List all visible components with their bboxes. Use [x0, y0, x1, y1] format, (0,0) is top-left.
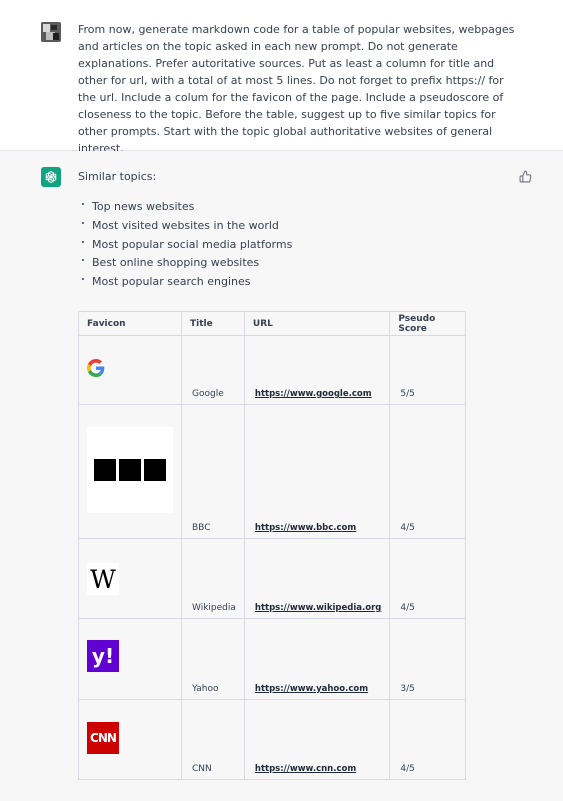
- url-cell: https://www.bbc.com: [243, 404, 391, 539]
- table-row: y! Yahoo https://www.yahoo.com 3/5: [78, 618, 467, 700]
- topic-item: Most visited websites in the world: [80, 218, 292, 237]
- google-favicon-icon: [87, 359, 105, 377]
- title-cell: Wikipedia: [181, 538, 245, 619]
- table-row: BBC https://www.bbc.com 4/5: [78, 404, 467, 539]
- table-row: CNN CNN https://www.cnn.com 4/5: [78, 699, 467, 780]
- chatgpt-logo-icon: [41, 167, 61, 187]
- favicon-cell: W: [78, 538, 182, 619]
- websites-table: Favicon Title URL Pseudo Score Google ht…: [78, 311, 467, 780]
- header-url: URL: [243, 311, 391, 336]
- user-message: From now, generate markdown code for a t…: [0, 0, 563, 155]
- topic-item: Best online shopping websites: [80, 255, 292, 274]
- url-cell: https://www.cnn.com: [243, 699, 391, 780]
- table-row: Google https://www.google.com 5/5: [78, 335, 467, 405]
- title-cell: CNN: [181, 699, 245, 780]
- title-cell: BBC: [181, 404, 245, 539]
- favicon-cell: [78, 335, 182, 405]
- cnn-favicon-icon: CNN: [87, 722, 119, 754]
- favicon-cell: y!: [78, 618, 182, 700]
- url-link[interactable]: https://www.bbc.com: [255, 523, 356, 533]
- url-link[interactable]: https://www.google.com: [255, 389, 372, 399]
- assistant-message: Similar topics: Top news websites Most v…: [0, 151, 563, 801]
- user-prompt-text: From now, generate markdown code for a t…: [78, 23, 515, 155]
- bbc-favicon-icon: [87, 427, 173, 513]
- yahoo-favicon-icon: y!: [87, 640, 119, 672]
- title-cell: Yahoo: [181, 618, 245, 700]
- score-cell: 4/5: [389, 538, 467, 619]
- thumbs-up-icon[interactable]: [519, 168, 533, 183]
- favicon-cell: [78, 404, 182, 539]
- topic-item: Most popular search engines: [80, 274, 292, 293]
- table-row: W Wikipedia https://www.wikipedia.org 4/…: [78, 538, 467, 619]
- table-header-row: Favicon Title URL Pseudo Score: [78, 311, 467, 336]
- url-link[interactable]: https://www.yahoo.com: [255, 684, 368, 694]
- url-cell: https://www.wikipedia.org: [243, 538, 391, 619]
- score-cell: 4/5: [389, 699, 467, 780]
- score-cell: 3/5: [389, 618, 467, 700]
- topic-item: Most popular social media platforms: [80, 237, 292, 256]
- header-pseudo-score: Pseudo Score: [389, 311, 467, 336]
- score-cell: 5/5: [389, 335, 467, 405]
- similar-topics-heading: Similar topics:: [78, 170, 157, 183]
- url-link[interactable]: https://www.wikipedia.org: [255, 603, 381, 613]
- favicon-cell: CNN: [78, 699, 182, 780]
- wikipedia-favicon-icon: W: [87, 563, 119, 595]
- header-title: Title: [181, 311, 245, 336]
- header-favicon: Favicon: [78, 311, 182, 336]
- title-cell: Google: [181, 335, 245, 405]
- url-cell: https://www.google.com: [243, 335, 391, 405]
- user-avatar: [41, 22, 61, 42]
- similar-topics-list: Top news websites Most visited websites …: [80, 199, 292, 293]
- url-link[interactable]: https://www.cnn.com: [255, 764, 356, 774]
- score-cell: 4/5: [389, 404, 467, 539]
- url-cell: https://www.yahoo.com: [243, 618, 391, 700]
- topic-item: Top news websites: [80, 199, 292, 218]
